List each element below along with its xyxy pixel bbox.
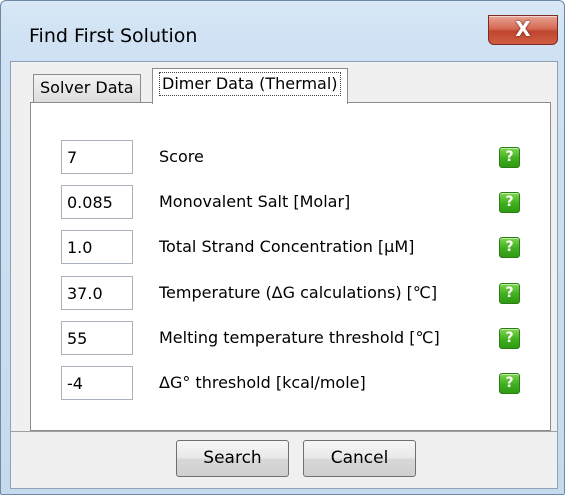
temperature-input[interactable]: 37.0 (61, 276, 133, 310)
temperature-label: Temperature (ΔG calculations) [℃] (159, 283, 438, 302)
help-icon[interactable]: ? (499, 373, 520, 394)
temperature-row: 37.0 Temperature (ΔG calculations) [℃] ? (31, 276, 550, 312)
tab-panel-dimer-data: 7 Score ? 0.085 Monovalent Salt [Molar] … (30, 102, 551, 431)
monovalent-salt-label: Monovalent Salt [Molar] (159, 192, 351, 211)
tab-label: Solver Data (40, 78, 134, 97)
strand-concentration-row: 1.0 Total Strand Concentration [μM] ? (31, 230, 550, 266)
tab-dimer-data-thermal[interactable]: Dimer Data (Thermal) (152, 68, 348, 104)
help-icon[interactable]: ? (499, 328, 520, 349)
melting-temperature-label: Melting temperature threshold [℃] (159, 328, 440, 347)
melting-temperature-input[interactable]: 55 (61, 321, 133, 355)
close-button[interactable]: X (488, 15, 558, 45)
strand-concentration-input[interactable]: 1.0 (61, 230, 133, 264)
monovalent-salt-row: 0.085 Monovalent Salt [Molar] ? (31, 185, 550, 221)
monovalent-salt-input[interactable]: 0.085 (61, 185, 133, 219)
search-button[interactable]: Search (176, 440, 289, 477)
score-row: 7 Score ? (31, 140, 550, 176)
dialog-window: Find First Solution X Solver Data Dimer … (0, 0, 565, 495)
button-separator (11, 431, 557, 432)
delta-g-threshold-label: ΔG° threshold [kcal/mole] (159, 373, 366, 392)
score-label: Score (159, 147, 204, 166)
help-icon[interactable]: ? (499, 237, 520, 258)
score-input[interactable]: 7 (61, 140, 133, 174)
melting-temperature-row: 55 Melting temperature threshold [℃] ? (31, 321, 550, 357)
delta-g-threshold-row: -4 ΔG° threshold [kcal/mole] ? (31, 366, 550, 402)
dialog-client-area: Solver Data Dimer Data (Thermal) 7 Score… (10, 61, 558, 489)
cancel-button[interactable]: Cancel (303, 440, 416, 477)
tab-label: Dimer Data (Thermal) (159, 72, 341, 96)
help-icon[interactable]: ? (499, 147, 520, 168)
delta-g-threshold-input[interactable]: -4 (61, 366, 133, 400)
close-icon: X (515, 17, 531, 41)
tab-solver-data[interactable]: Solver Data (33, 74, 141, 102)
window-title: Find First Solution (29, 25, 198, 47)
strand-concentration-label: Total Strand Concentration [μM] (159, 237, 415, 256)
help-icon[interactable]: ? (499, 283, 520, 304)
help-icon[interactable]: ? (499, 192, 520, 213)
